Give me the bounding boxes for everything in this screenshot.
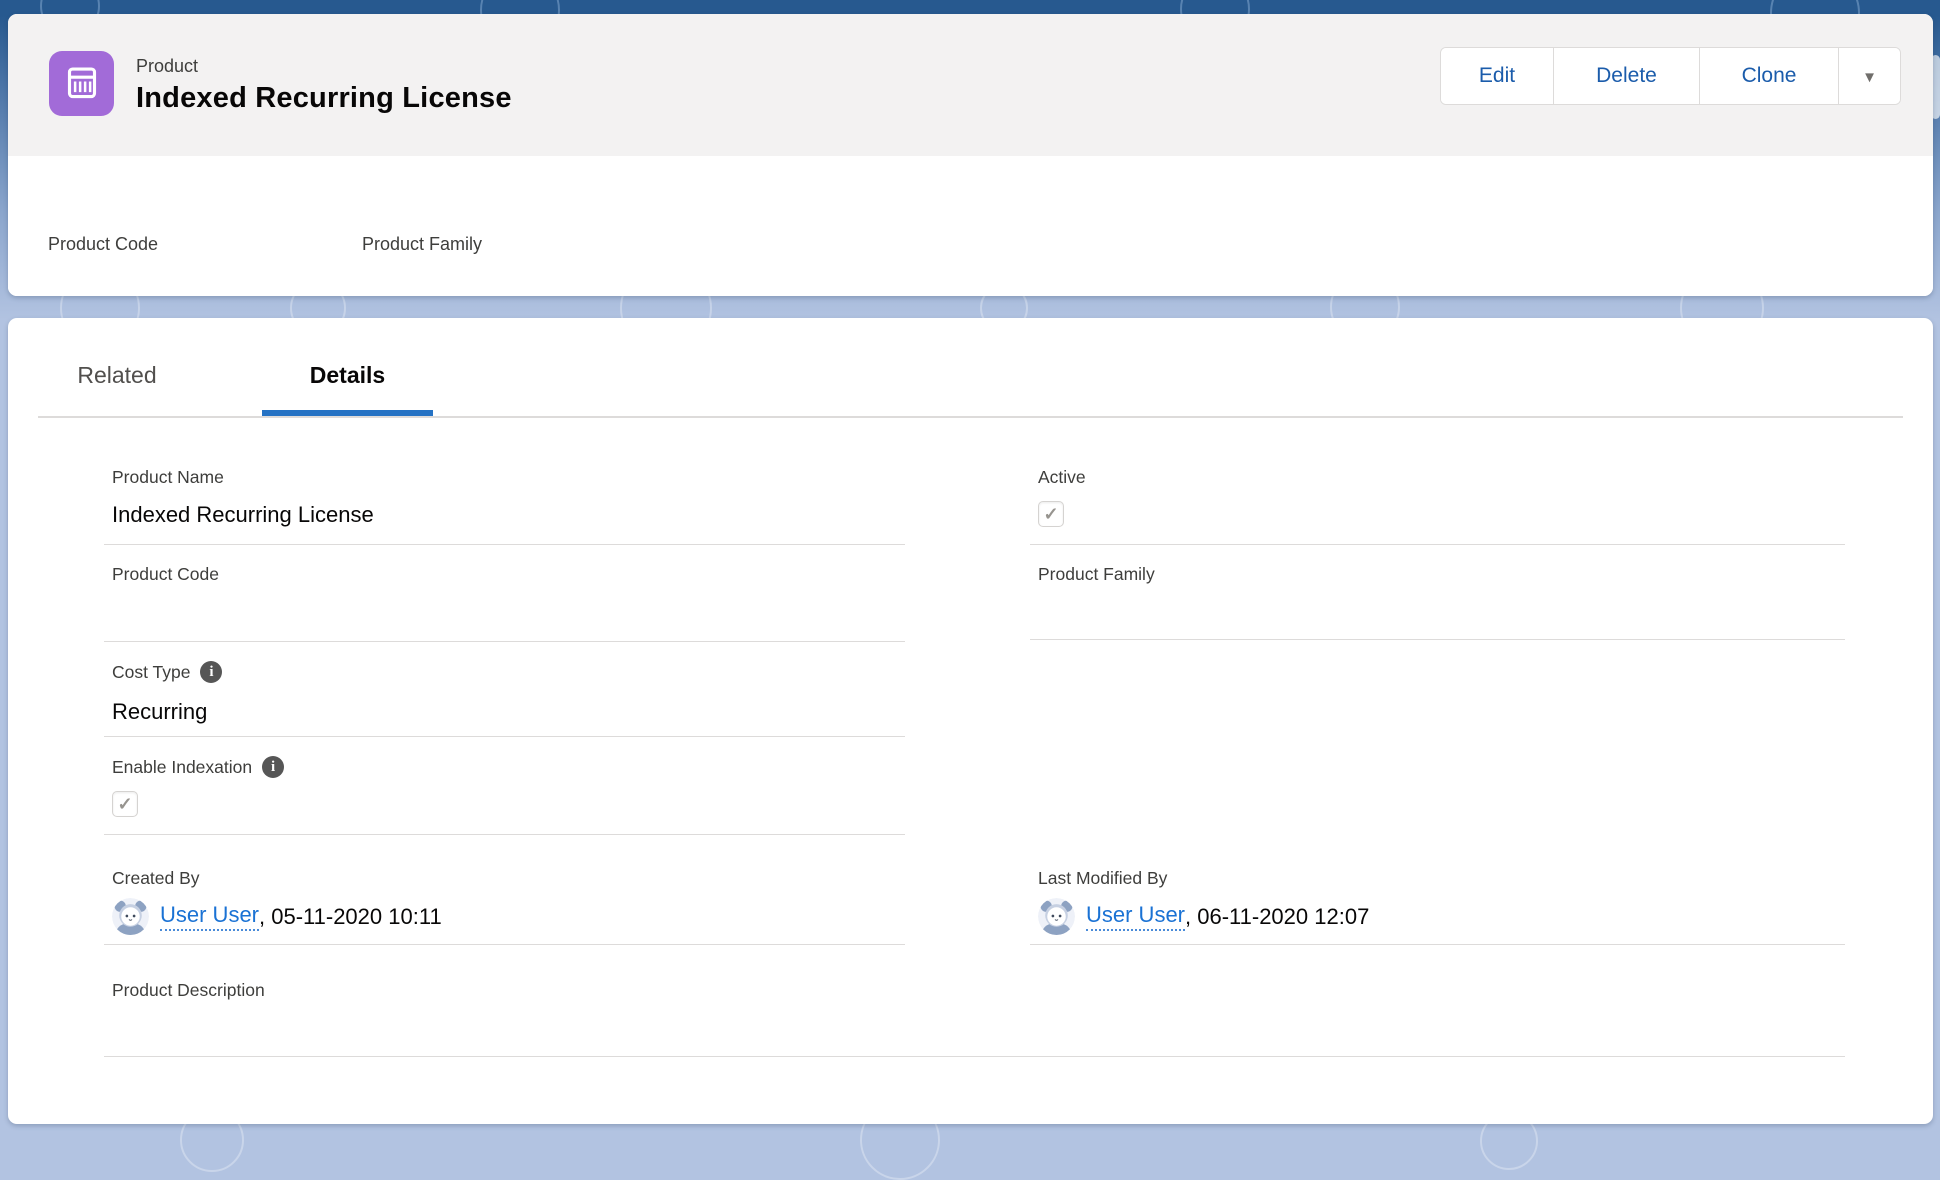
field-value: Recurring <box>104 697 905 727</box>
tab-divider <box>38 416 1903 418</box>
active-checkbox[interactable]: ✓ <box>1038 501 1064 527</box>
field-label: Product Family <box>1038 562 1155 586</box>
check-icon: ✓ <box>117 795 132 813</box>
highlight-product-code-label: Product Code <box>48 234 158 255</box>
more-actions-button[interactable]: ▼ <box>1838 48 1900 104</box>
field-cost-type: Cost Type i Recurring <box>104 660 905 737</box>
info-glyph: i <box>271 759 275 776</box>
field-product-family: Product Family <box>1030 562 1845 640</box>
info-glyph: i <box>209 664 213 681</box>
default-avatar-icon <box>112 898 149 935</box>
field-label: Active <box>1038 465 1086 489</box>
info-icon[interactable]: i <box>200 661 222 683</box>
field-last-modified-by: Last Modified By User User , 06-11-2020 … <box>1030 866 1845 945</box>
page-title: Indexed Recurring License <box>136 82 512 115</box>
record-highlights-panel: Product Code Product Family <box>8 156 1933 296</box>
field-created-by: Created By User User , 05-11-2020 10:11 <box>104 866 905 945</box>
delete-button[interactable]: Delete <box>1553 48 1699 104</box>
field-product-code: Product Code <box>104 562 905 642</box>
check-icon: ✓ <box>1043 505 1058 523</box>
field-label: Created By <box>112 866 200 890</box>
default-avatar-icon <box>1038 898 1075 935</box>
record-header-card: Product Indexed Recurring License Edit D… <box>8 14 1933 296</box>
tab-related[interactable]: Related <box>42 362 192 389</box>
last-modified-by-user-link[interactable]: User User <box>1086 902 1185 931</box>
record-header-top: Product Indexed Recurring License Edit D… <box>8 14 1933 156</box>
field-label: Product Name <box>112 465 224 489</box>
info-icon[interactable]: i <box>262 756 284 778</box>
record-detail-card: Related Details Product Name Indexed Rec… <box>8 318 1933 1124</box>
field-product-description: Product Description <box>104 978 1845 1057</box>
user-avatar[interactable] <box>1038 898 1075 935</box>
product-box-icon <box>62 64 102 104</box>
clone-button[interactable]: Clone <box>1699 48 1838 104</box>
chevron-down-icon: ▼ <box>1862 69 1877 86</box>
enable-indexation-checkbox[interactable]: ✓ <box>112 791 138 817</box>
product-entity-icon <box>49 51 114 116</box>
field-label: Cost Type <box>112 660 190 684</box>
highlight-product-family-label: Product Family <box>362 234 482 255</box>
edit-button[interactable]: Edit <box>1441 48 1553 104</box>
field-active: Active ✓ <box>1030 465 1845 545</box>
field-label: Product Description <box>112 978 265 1002</box>
field-label: Enable Indexation <box>112 755 252 779</box>
created-by-datetime: , 05-11-2020 10:11 <box>259 904 442 930</box>
entity-label: Product <box>136 56 198 77</box>
field-label: Product Code <box>112 562 219 586</box>
last-modified-by-datetime: , 06-11-2020 12:07 <box>1185 904 1369 930</box>
record-action-group: Edit Delete Clone ▼ <box>1440 47 1901 105</box>
tab-details[interactable]: Details <box>262 362 433 389</box>
field-enable-indexation: Enable Indexation i ✓ <box>104 755 905 835</box>
field-product-name: Product Name Indexed Recurring License <box>104 465 905 545</box>
user-avatar[interactable] <box>112 898 149 935</box>
created-by-user-link[interactable]: User User <box>160 902 259 931</box>
field-label: Last Modified By <box>1038 866 1167 890</box>
field-value: Indexed Recurring License <box>104 500 905 530</box>
